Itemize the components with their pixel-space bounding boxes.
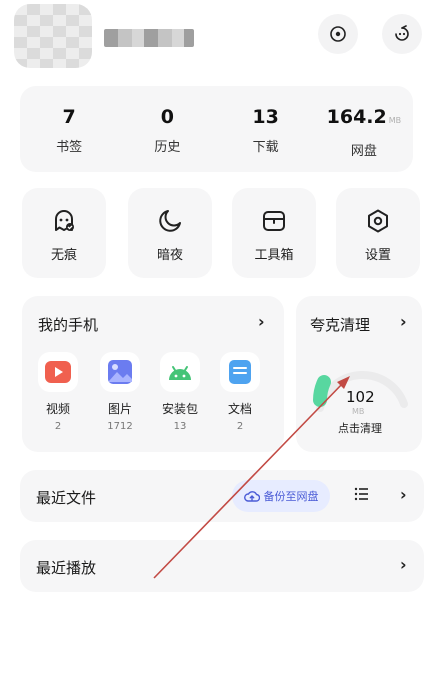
annotation-arrow [153,376,350,579]
